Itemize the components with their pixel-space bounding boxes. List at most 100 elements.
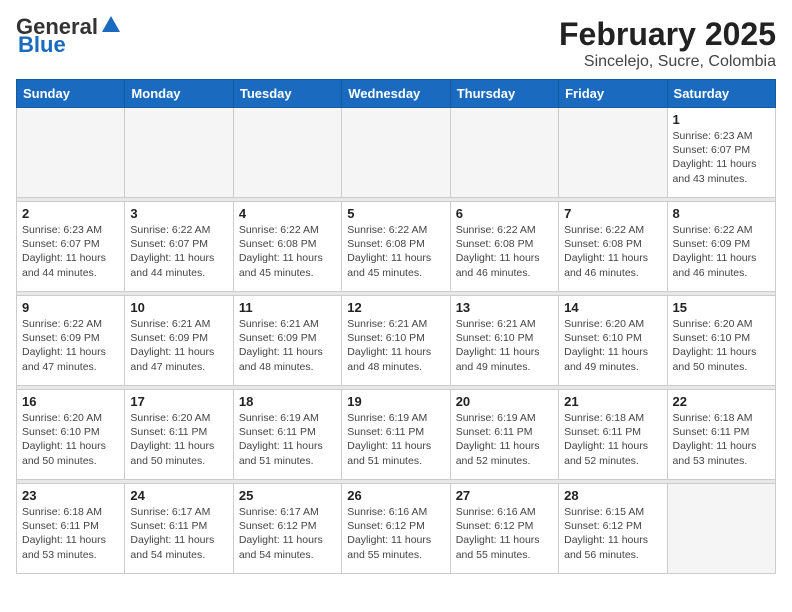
calendar-week-row: 16 Sunrise: 6:20 AM Sunset: 6:10 PM Dayli… [17,390,776,480]
day-info: Sunrise: 6:23 AM Sunset: 6:07 PM Dayligh… [673,129,770,186]
day-info: Sunrise: 6:19 AM Sunset: 6:11 PM Dayligh… [347,411,444,468]
weekday-header: Wednesday [342,80,450,108]
day-info: Sunrise: 6:21 AM Sunset: 6:10 PM Dayligh… [456,317,553,374]
page-title: February 2025 [559,16,776,53]
day-info: Sunrise: 6:16 AM Sunset: 6:12 PM Dayligh… [347,505,444,562]
day-info: Sunrise: 6:20 AM Sunset: 6:10 PM Dayligh… [22,411,119,468]
calendar-week-row: 9 Sunrise: 6:22 AM Sunset: 6:09 PM Daylig… [17,296,776,386]
calendar-cell [667,484,775,574]
day-info: Sunrise: 6:22 AM Sunset: 6:08 PM Dayligh… [564,223,661,280]
day-number: 25 [239,488,336,503]
day-info: Sunrise: 6:20 AM Sunset: 6:11 PM Dayligh… [130,411,227,468]
day-info: Sunrise: 6:15 AM Sunset: 6:12 PM Dayligh… [564,505,661,562]
calendar-header-row: SundayMondayTuesdayWednesdayThursdayFrid… [17,80,776,108]
calendar-week-row: 2 Sunrise: 6:23 AM Sunset: 6:07 PM Daylig… [17,202,776,292]
day-number: 24 [130,488,227,503]
day-number: 5 [347,206,444,221]
day-number: 22 [673,394,770,409]
day-number: 3 [130,206,227,221]
calendar-cell: 10Sunrise: 6:21 AM Sunset: 6:09 PM Dayli… [125,296,233,386]
day-number: 18 [239,394,336,409]
calendar-cell [125,108,233,198]
day-number: 20 [456,394,553,409]
weekday-header: Thursday [450,80,558,108]
day-number: 6 [456,206,553,221]
calendar-cell: 7 Sunrise: 6:22 AM Sunset: 6:08 PM Daylig… [559,202,667,292]
calendar-cell: 4Sunrise: 6:22 AM Sunset: 6:08 PM Daylig… [233,202,341,292]
calendar-cell: 15 Sunrise: 6:20 AM Sunset: 6:10 PM Dayli… [667,296,775,386]
day-info: Sunrise: 6:23 AM Sunset: 6:07 PM Dayligh… [22,223,119,280]
day-number: 16 [22,394,119,409]
calendar-cell: 19Sunrise: 6:19 AM Sunset: 6:11 PM Dayli… [342,390,450,480]
day-number: 26 [347,488,444,503]
day-number: 7 [564,206,661,221]
calendar-cell [233,108,341,198]
day-number: 27 [456,488,553,503]
day-number: 15 [673,300,770,315]
calendar-table: SundayMondayTuesdayWednesdayThursdayFrid… [16,79,776,574]
day-info: Sunrise: 6:22 AM Sunset: 6:09 PM Dayligh… [673,223,770,280]
weekday-header: Tuesday [233,80,341,108]
day-number: 9 [22,300,119,315]
calendar-cell: 18 Sunrise: 6:19 AM Sunset: 6:11 PM Dayli… [233,390,341,480]
calendar-cell: 24 Sunrise: 6:17 AM Sunset: 6:11 PM Dayli… [125,484,233,574]
day-info: Sunrise: 6:17 AM Sunset: 6:12 PM Dayligh… [239,505,336,562]
day-number: 13 [456,300,553,315]
page-subtitle: Sincelejo, Sucre, Colombia [559,53,776,71]
calendar-cell: 16 Sunrise: 6:20 AM Sunset: 6:10 PM Dayli… [17,390,125,480]
day-number: 4 [239,206,336,221]
day-info: Sunrise: 6:21 AM Sunset: 6:09 PM Dayligh… [239,317,336,374]
weekday-header: Monday [125,80,233,108]
day-number: 1 [673,112,770,127]
day-number: 21 [564,394,661,409]
calendar-cell: 26 Sunrise: 6:16 AM Sunset: 6:12 PM Dayli… [342,484,450,574]
day-info: Sunrise: 6:21 AM Sunset: 6:10 PM Dayligh… [347,317,444,374]
calendar-cell [342,108,450,198]
calendar-cell: 17 Sunrise: 6:20 AM Sunset: 6:11 PM Dayli… [125,390,233,480]
calendar-cell: 22 Sunrise: 6:18 AM Sunset: 6:11 PM Dayli… [667,390,775,480]
weekday-header: Saturday [667,80,775,108]
page-header: General Blue February 2025 Sincelejo, Su… [16,16,776,71]
calendar-cell: 14 Sunrise: 6:20 AM Sunset: 6:10 PM Dayli… [559,296,667,386]
calendar-cell: 12 Sunrise: 6:21 AM Sunset: 6:10 PM Dayli… [342,296,450,386]
day-number: 14 [564,300,661,315]
day-info: Sunrise: 6:22 AM Sunset: 6:08 PM Dayligh… [347,223,444,280]
day-info: Sunrise: 6:20 AM Sunset: 6:10 PM Dayligh… [673,317,770,374]
day-number: 8 [673,206,770,221]
calendar-cell [559,108,667,198]
calendar-cell: 20 Sunrise: 6:19 AM Sunset: 6:11 PM Dayli… [450,390,558,480]
calendar-cell [17,108,125,198]
calendar-cell: 11Sunrise: 6:21 AM Sunset: 6:09 PM Dayli… [233,296,341,386]
calendar-cell: 1 Sunrise: 6:23 AM Sunset: 6:07 PM Daylig… [667,108,775,198]
day-number: 17 [130,394,227,409]
calendar-cell: 9 Sunrise: 6:22 AM Sunset: 6:09 PM Daylig… [17,296,125,386]
day-info: Sunrise: 6:18 AM Sunset: 6:11 PM Dayligh… [564,411,661,468]
calendar-cell [450,108,558,198]
day-info: Sunrise: 6:22 AM Sunset: 6:07 PM Dayligh… [130,223,227,280]
day-info: Sunrise: 6:22 AM Sunset: 6:09 PM Dayligh… [22,317,119,374]
calendar-cell: 23 Sunrise: 6:18 AM Sunset: 6:11 PM Dayli… [17,484,125,574]
calendar-cell: 27 Sunrise: 6:16 AM Sunset: 6:12 PM Dayli… [450,484,558,574]
calendar-cell: 13 Sunrise: 6:21 AM Sunset: 6:10 PM Dayli… [450,296,558,386]
day-info: Sunrise: 6:20 AM Sunset: 6:10 PM Dayligh… [564,317,661,374]
calendar-week-row: 1 Sunrise: 6:23 AM Sunset: 6:07 PM Daylig… [17,108,776,198]
day-number: 2 [22,206,119,221]
logo-icon [100,14,122,36]
calendar-cell: 5 Sunrise: 6:22 AM Sunset: 6:08 PM Daylig… [342,202,450,292]
day-number: 23 [22,488,119,503]
weekday-header: Friday [559,80,667,108]
weekday-header: Sunday [17,80,125,108]
day-number: 12 [347,300,444,315]
logo-blue: Blue [18,34,66,56]
day-info: Sunrise: 6:16 AM Sunset: 6:12 PM Dayligh… [456,505,553,562]
day-info: Sunrise: 6:18 AM Sunset: 6:11 PM Dayligh… [22,505,119,562]
day-number: 28 [564,488,661,503]
day-info: Sunrise: 6:17 AM Sunset: 6:11 PM Dayligh… [130,505,227,562]
day-info: Sunrise: 6:22 AM Sunset: 6:08 PM Dayligh… [456,223,553,280]
day-info: Sunrise: 6:19 AM Sunset: 6:11 PM Dayligh… [456,411,553,468]
day-info: Sunrise: 6:21 AM Sunset: 6:09 PM Dayligh… [130,317,227,374]
calendar-cell: 28 Sunrise: 6:15 AM Sunset: 6:12 PM Dayli… [559,484,667,574]
calendar-week-row: 23 Sunrise: 6:18 AM Sunset: 6:11 PM Dayli… [17,484,776,574]
day-info: Sunrise: 6:18 AM Sunset: 6:11 PM Dayligh… [673,411,770,468]
day-info: Sunrise: 6:19 AM Sunset: 6:11 PM Dayligh… [239,411,336,468]
